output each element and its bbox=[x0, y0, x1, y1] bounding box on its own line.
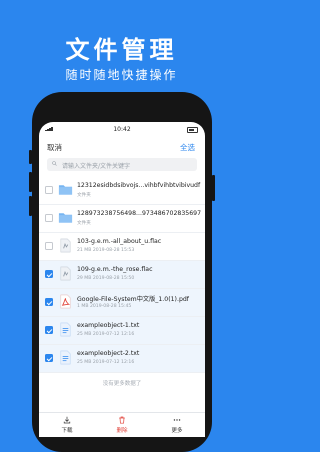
file-list: 12312esidbdsibvojs...vihbfvihbtvibivudf 文… bbox=[39, 177, 205, 373]
phone-side-button bbox=[29, 172, 32, 192]
audio-file-icon bbox=[58, 266, 73, 281]
file-row[interactable]: exampleobject-2.txt 25 MB 2019-07-12 12:1… bbox=[39, 345, 205, 373]
status-bar: 10:42 bbox=[39, 122, 205, 136]
file-checkbox[interactable] bbox=[45, 242, 53, 250]
file-checkbox[interactable] bbox=[45, 298, 53, 306]
file-meta: 1 MB 2019-08-28 15:45 bbox=[77, 304, 132, 309]
download-label: 下载 bbox=[61, 428, 73, 434]
search-icon bbox=[52, 161, 57, 166]
action-bar: 取消 全选 bbox=[39, 136, 205, 154]
hero-title: 文件管理 bbox=[65, 36, 178, 64]
file-meta: 文件夹 bbox=[77, 221, 91, 226]
phone-side-button bbox=[29, 196, 32, 216]
select-all-button[interactable]: 全选 bbox=[180, 142, 195, 153]
download-icon bbox=[63, 416, 71, 424]
file-meta: 25 MB 2019-07-12 12:16 bbox=[77, 332, 135, 337]
status-time: 10:42 bbox=[113, 126, 131, 133]
hero-subtitle: 随时随地快捷操作 bbox=[65, 68, 178, 82]
no-more-data-note: 没有更多数据了 bbox=[102, 381, 142, 387]
file-name: 103-g.e.m.-all_about_u.flac bbox=[77, 238, 162, 245]
file-row[interactable]: 103-g.e.m.-all_about_u.flac 21 MB 2019-08… bbox=[39, 233, 205, 261]
file-name: 128973238756498...973486702835697 bbox=[77, 210, 201, 217]
file-row[interactable]: 128973238756498...973486702835697 文件夹 bbox=[39, 205, 205, 233]
file-meta: 29 MB 2019-08-28 15:50 bbox=[77, 276, 135, 281]
file-meta: 文件夹 bbox=[77, 193, 91, 198]
text-file-icon bbox=[58, 350, 73, 365]
trash-icon bbox=[119, 416, 125, 424]
file-name: exampleobject-1.txt bbox=[77, 322, 140, 329]
search-input[interactable]: 请输入文件夹/文件关键字 bbox=[47, 158, 197, 171]
file-name: exampleobject-2.txt bbox=[77, 350, 140, 357]
phone-side-button bbox=[212, 175, 215, 201]
file-checkbox[interactable] bbox=[45, 354, 53, 362]
file-checkbox[interactable] bbox=[45, 214, 53, 222]
audio-file-icon bbox=[58, 238, 73, 253]
pdf-file-icon bbox=[58, 294, 73, 309]
bottom-toolbar: 下载 删除 更多 bbox=[39, 412, 205, 437]
file-row[interactable]: exampleobject-1.txt 25 MB 2019-07-12 12:1… bbox=[39, 317, 205, 345]
delete-button[interactable]: 删除 bbox=[107, 416, 137, 434]
file-checkbox[interactable] bbox=[45, 326, 53, 334]
file-name: 12312esidbdsibvojs...vihbfvihbtvibivudf bbox=[77, 182, 201, 189]
file-name: 109-g.e.m.-the_rose.flac bbox=[77, 266, 153, 273]
folder-icon bbox=[58, 210, 73, 225]
cancel-button[interactable]: 取消 bbox=[47, 142, 62, 153]
search-placeholder: 请输入文件夹/文件关键字 bbox=[62, 163, 131, 170]
more-icon bbox=[173, 419, 181, 421]
folder-icon bbox=[58, 182, 73, 197]
file-meta: 25 MB 2019-07-12 12:16 bbox=[77, 360, 135, 365]
file-checkbox[interactable] bbox=[45, 270, 53, 278]
delete-label: 删除 bbox=[116, 428, 128, 434]
phone-side-button bbox=[29, 150, 32, 164]
text-file-icon bbox=[58, 322, 73, 337]
battery-icon bbox=[187, 127, 198, 133]
file-name: Google-File-System中文版_1.0(1).pdf bbox=[77, 296, 189, 303]
file-row[interactable]: 12312esidbdsibvojs...vihbfvihbtvibivudf 文… bbox=[39, 177, 205, 205]
file-row[interactable]: 109-g.e.m.-the_rose.flac 29 MB 2019-08-28… bbox=[39, 261, 205, 289]
file-checkbox[interactable] bbox=[45, 186, 53, 194]
download-button[interactable]: 下载 bbox=[52, 416, 82, 434]
app-screen: 10:42 取消 全选 请输入文件夹/文件关键字 12312esidbdsibv… bbox=[39, 122, 205, 437]
more-button[interactable]: 更多 bbox=[162, 416, 192, 434]
file-meta: 21 MB 2019-08-28 15:53 bbox=[77, 248, 135, 253]
file-row[interactable]: Google-File-System中文版_1.0(1).pdf 1 MB 201… bbox=[39, 289, 205, 317]
more-label: 更多 bbox=[171, 428, 183, 434]
